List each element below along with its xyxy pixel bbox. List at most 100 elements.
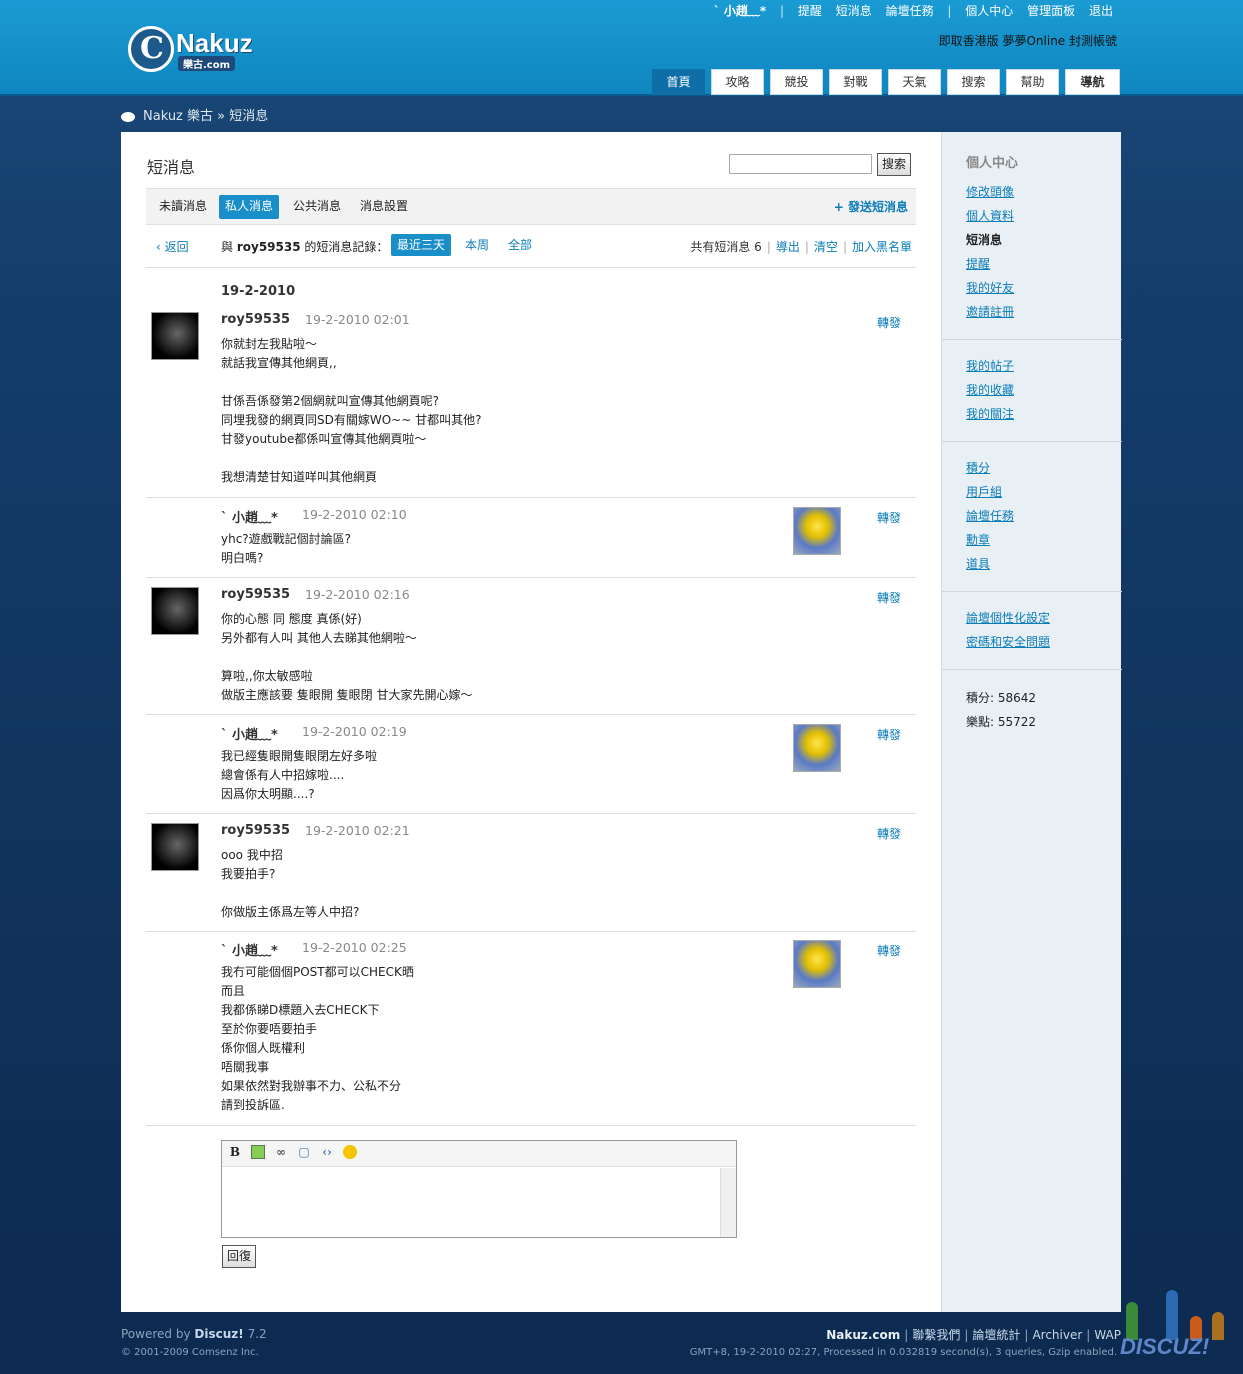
- export-link[interactable]: 導出: [776, 240, 800, 254]
- site-logo[interactable]: C Nakuz 樂古.com: [128, 26, 268, 72]
- footer-wap[interactable]: WAP: [1094, 1328, 1121, 1342]
- avatar[interactable]: [151, 312, 199, 360]
- sidebar-divider: [942, 441, 1122, 442]
- message-item: roy59535 19-2-2010 02:01 轉發 你就封左我貼啦～ 就話我…: [146, 312, 916, 498]
- sidebar-item-invite[interactable]: 邀請註冊: [966, 300, 1014, 324]
- message-author[interactable]: roy59535: [221, 587, 290, 602]
- filter-this-week[interactable]: 本周: [459, 234, 495, 256]
- nav-search[interactable]: 搜索: [947, 69, 1000, 95]
- tab-settings[interactable]: 消息設置: [354, 195, 414, 219]
- message-author[interactable]: roy59535: [221, 312, 290, 327]
- top-link-logout[interactable]: 退出: [1089, 2, 1113, 19]
- footer-brand[interactable]: Nakuz.com: [826, 1328, 900, 1342]
- forward-link[interactable]: 轉發: [877, 509, 901, 526]
- avatar[interactable]: [793, 940, 841, 988]
- avatar[interactable]: [793, 724, 841, 772]
- forward-link[interactable]: 轉發: [877, 825, 901, 842]
- top-link-reminders[interactable]: 提醒: [798, 2, 822, 19]
- link-icon[interactable]: ∞: [274, 1145, 288, 1159]
- forward-link[interactable]: 轉發: [877, 589, 901, 606]
- search-button[interactable]: 搜索: [877, 153, 911, 176]
- conversation-filter-bar: ‹ 返回 與 roy59535 的短消息記錄： 最近三天 本周 全部 共有短消息…: [146, 232, 916, 268]
- breadcrumb-separator: »: [217, 109, 226, 124]
- logo-text: Nakuz: [176, 28, 253, 58]
- code-icon[interactable]: ‹›: [320, 1145, 334, 1159]
- message-author[interactable]: ˋ 小趙﹏*: [221, 724, 278, 743]
- nav-help[interactable]: 幫助: [1006, 69, 1059, 95]
- sidebar-item-following[interactable]: 我的關注: [966, 402, 1014, 426]
- blacklist-link[interactable]: 加入黑名單: [852, 240, 912, 254]
- sidebar-item-my-posts[interactable]: 我的帖子: [966, 354, 1014, 378]
- filter-last-three-days[interactable]: 最近三天: [391, 234, 452, 256]
- nav-guide[interactable]: 導航: [1065, 69, 1120, 95]
- sidebar-item-friends[interactable]: 我的好友: [966, 276, 1014, 300]
- forward-link[interactable]: 轉發: [877, 314, 901, 331]
- top-link-messages[interactable]: 短消息: [836, 2, 872, 19]
- powered-brand[interactable]: Discuz!: [194, 1327, 243, 1341]
- bold-icon[interactable]: B: [228, 1145, 242, 1159]
- reply-button[interactable]: 回復: [222, 1245, 256, 1268]
- clear-link[interactable]: 清空: [814, 240, 838, 254]
- nav-home[interactable]: 首頁: [652, 69, 705, 95]
- message-time: 19-2-2010 02:01: [305, 312, 410, 327]
- announcement-link[interactable]: 即取香港版 夢夢Online 封測帳號: [939, 32, 1117, 49]
- message-author[interactable]: roy59535: [221, 823, 290, 838]
- message-time: 19-2-2010 02:16: [305, 587, 410, 602]
- sidebar-group-posts: 我的帖子 我的收藏 我的關注: [966, 354, 1014, 426]
- breadcrumb-home[interactable]: Nakuz 樂古: [143, 109, 213, 124]
- reply-editor: B ∞ ▢ ‹›: [221, 1140, 737, 1238]
- message-item: ˋ 小趙﹏* 19-2-2010 02:10 轉發 yhc?遊戲戰記個討論區? …: [146, 507, 916, 578]
- sidebar-item-props[interactable]: 道具: [966, 552, 1014, 576]
- sidebar-item-personalize[interactable]: 論壇個性化設定: [966, 606, 1050, 630]
- footer-archiver[interactable]: Archiver: [1032, 1328, 1082, 1342]
- sidebar-item-usergroup[interactable]: 用戶組: [966, 480, 1014, 504]
- footer-contact[interactable]: 聯繫我們: [912, 1328, 960, 1342]
- quote-icon[interactable]: ▢: [297, 1145, 311, 1159]
- tab-private[interactable]: 私人消息: [219, 195, 280, 219]
- avatar[interactable]: [151, 823, 199, 871]
- sidebar-title: 個人中心: [966, 156, 1019, 171]
- filter-all[interactable]: 全部: [502, 234, 538, 256]
- send-message-link[interactable]: + 發送短消息: [834, 198, 908, 215]
- message-item: ˋ 小趙﹏* 19-2-2010 02:19 轉發 我已經隻眼開隻眼閉左好多啦 …: [146, 724, 916, 814]
- message-time: 19-2-2010 02:10: [302, 507, 407, 522]
- image-icon[interactable]: [251, 1145, 265, 1159]
- nav-weather[interactable]: 天氣: [888, 69, 941, 95]
- credit-lepoints: 樂點: 55722: [966, 715, 1037, 729]
- sidebar-item-messages[interactable]: 短消息: [966, 228, 1014, 252]
- smiley-icon[interactable]: [343, 1145, 357, 1159]
- tab-public[interactable]: 公共消息: [287, 195, 347, 219]
- main-panel: 短消息 搜索 未讀消息 私人消息 公共消息 消息設置 + 發送短消息 ‹ 返回 …: [121, 132, 941, 1312]
- nav-guides[interactable]: 攻略: [711, 69, 764, 95]
- current-user-link[interactable]: ˋ 小趙﹏*: [714, 2, 766, 19]
- divider: |: [780, 4, 785, 18]
- editor-scrollbar[interactable]: [720, 1168, 736, 1237]
- top-link-tasks[interactable]: 論壇任務: [886, 2, 934, 19]
- logo-subtext: 樂古.com: [178, 56, 236, 71]
- sidebar-item-tasks[interactable]: 論壇任務: [966, 504, 1014, 528]
- top-link-admin[interactable]: 管理面板: [1027, 2, 1075, 19]
- nav-auction[interactable]: 競投: [770, 69, 823, 95]
- sidebar-item-profile[interactable]: 個人資料: [966, 204, 1014, 228]
- reply-textarea[interactable]: [222, 1168, 720, 1237]
- with-prefix: 與: [221, 240, 234, 254]
- forward-link[interactable]: 轉發: [877, 942, 901, 959]
- avatar[interactable]: [793, 507, 841, 555]
- avatar[interactable]: [151, 587, 199, 635]
- top-link-usercenter[interactable]: 個人中心: [965, 2, 1013, 19]
- sidebar-item-reminders[interactable]: 提醒: [966, 252, 1014, 276]
- search-input[interactable]: [729, 154, 872, 174]
- back-link[interactable]: ‹ 返回: [156, 238, 189, 255]
- forward-link[interactable]: 轉發: [877, 726, 901, 743]
- sidebar-item-favorites[interactable]: 我的收藏: [966, 378, 1014, 402]
- tab-unread[interactable]: 未讀消息: [153, 195, 213, 219]
- sidebar-item-medals[interactable]: 勳章: [966, 528, 1014, 552]
- message-author[interactable]: ˋ 小趙﹏*: [221, 507, 278, 526]
- sidebar-item-avatar[interactable]: 修改頭像: [966, 180, 1014, 204]
- sidebar-item-credits[interactable]: 積分: [966, 456, 1014, 480]
- footer-stats[interactable]: 論壇統計: [972, 1328, 1020, 1342]
- sidebar-item-security[interactable]: 密碼和安全問題: [966, 630, 1050, 654]
- content-wrapper: 短消息 搜索 未讀消息 私人消息 公共消息 消息設置 + 發送短消息 ‹ 返回 …: [121, 132, 1122, 1312]
- nav-battle[interactable]: 對戰: [829, 69, 882, 95]
- message-author[interactable]: ˋ 小趙﹏*: [221, 940, 278, 959]
